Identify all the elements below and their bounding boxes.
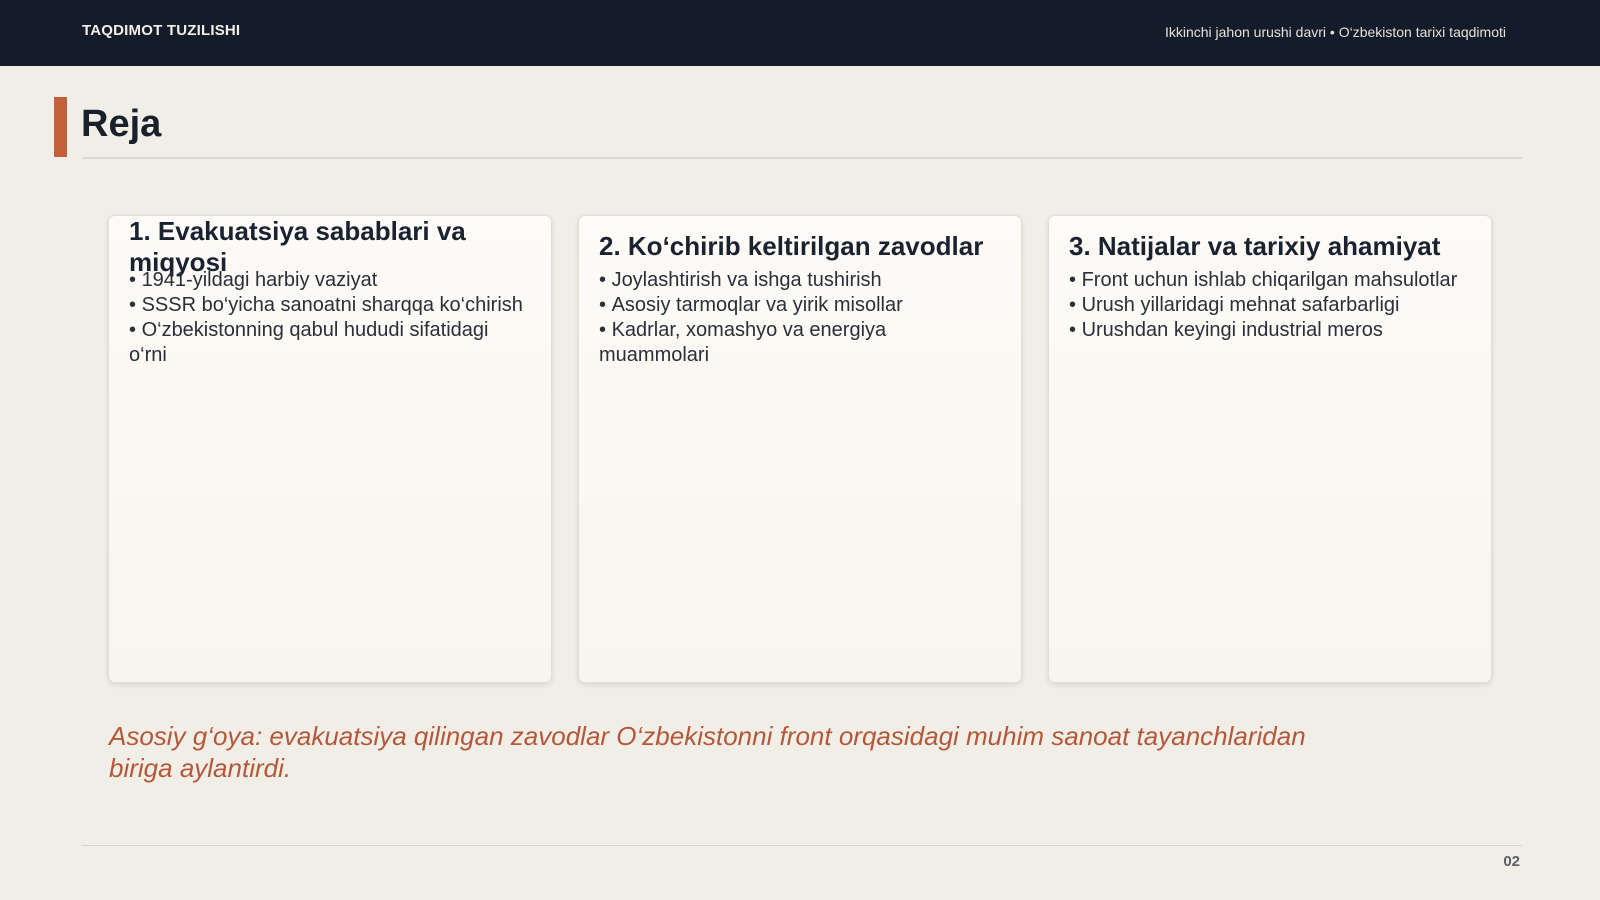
title-accent-bar	[54, 97, 67, 157]
main-idea-text: Asosiy g‘oya: evakuatsiya qilingan zavod…	[109, 721, 1306, 783]
title-divider	[82, 157, 1522, 159]
list-item: 1941-yildagi harbiy vaziyat	[129, 268, 527, 293]
list-item: Front uchun ishlab chiqarilgan mahsulotl…	[1069, 268, 1467, 293]
list-item: O‘zbekistonning qabul hududi sifatidagi …	[129, 318, 527, 368]
page-title: Reja	[81, 103, 162, 145]
list-item: SSSR bo‘yicha sanoatni sharqqa ko‘chiris…	[129, 293, 527, 318]
list-item: Asosiy tarmoqlar va yirik misollar	[599, 293, 997, 318]
list-item: Urushdan keyingi industrial meros	[1069, 318, 1467, 343]
top-bar: TAQDIMOT TUZILISHI Ikkinchi jahon urushi…	[0, 0, 1600, 66]
agenda-card-2: 2. Ko‘chirib keltirilgan zavodlar Joylas…	[578, 215, 1022, 683]
presentation-context: Ikkinchi jahon urushi davri • O‘zbekisto…	[1164, 24, 1506, 40]
section-label: TAQDIMOT TUZILISHI	[82, 22, 241, 39]
list-item: Joylashtirish va ishga tushirish	[599, 268, 997, 293]
card-list: 1941-yildagi harbiy vaziyat SSSR bo‘yich…	[129, 268, 527, 368]
page-number: 02	[1503, 853, 1520, 870]
agenda-card-1: 1. Evakuatsiya sabablari va miqyosi 1941…	[108, 215, 552, 683]
list-item: Kadrlar, xomashyo va energiya muammolari	[599, 318, 997, 368]
card-list: Joylashtirish va ishga tushirish Asosiy …	[599, 268, 997, 368]
card-list: Front uchun ishlab chiqarilgan mahsulotl…	[1069, 268, 1467, 343]
list-item: Urush yillaridagi mehnat safarbarligi	[1069, 293, 1467, 318]
agenda-card-3: 3. Natijalar va tarixiy ahamiyat Front u…	[1048, 215, 1492, 683]
card-title: 3. Natijalar va tarixiy ahamiyat	[1069, 231, 1441, 261]
agenda-cards: 1. Evakuatsiya sabablari va miqyosi 1941…	[108, 215, 1494, 685]
footer-divider	[82, 845, 1522, 846]
slide: TAQDIMOT TUZILISHI Ikkinchi jahon urushi…	[0, 0, 1600, 900]
card-title: 2. Ko‘chirib keltirilgan zavodlar	[599, 231, 984, 261]
